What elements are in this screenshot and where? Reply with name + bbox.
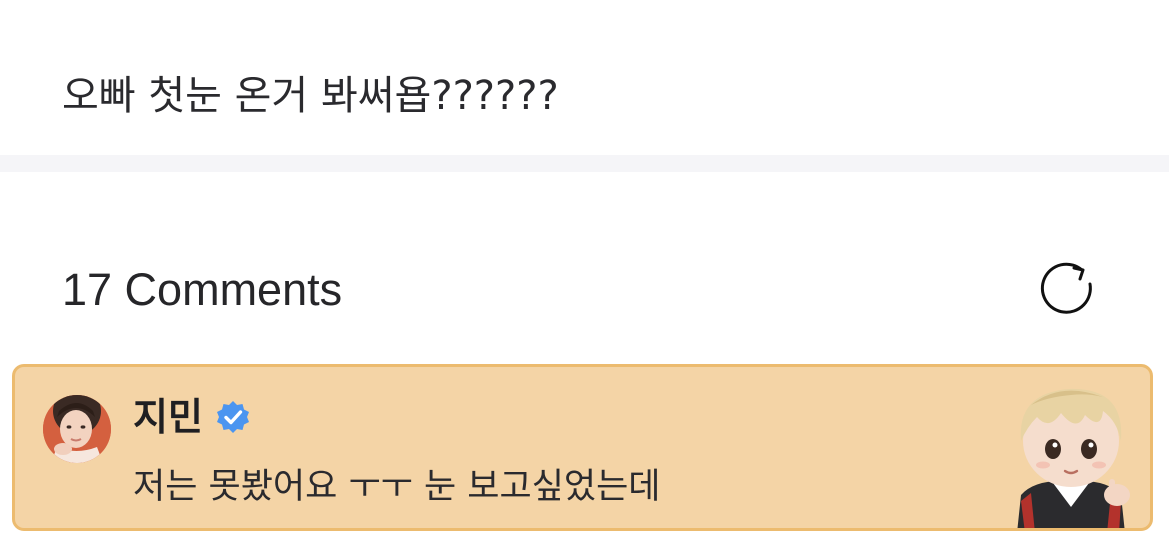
comments-count-title: 17 Comments	[62, 264, 343, 315]
comments-header: 17 Comments	[0, 172, 1169, 362]
author-name[interactable]: 지민	[133, 393, 203, 441]
avatar-photo	[43, 395, 111, 463]
character-sticker	[991, 375, 1150, 528]
post-body: 오빠 첫눈 온거 봐써욥??????	[0, 0, 1169, 155]
refresh-button[interactable]	[1036, 260, 1098, 316]
post-text: 오빠 첫눈 온거 봐써욥??????	[62, 73, 559, 119]
pinned-artist-comment[interactable]: 지민 저는 못봤어요 ㅜㅜ 눈 보고싶었는데	[12, 364, 1153, 531]
comment-text: 저는 못봤어요 ㅜㅜ 눈 보고싶었는데	[133, 467, 661, 507]
verified-badge-icon	[216, 401, 249, 433]
author-row: 지민	[133, 393, 251, 441]
refresh-icon	[1040, 262, 1092, 314]
fan-post-page: 오빠 첫눈 온거 봐써욥?????? 17 Comments 지민 저는 못봤어…	[0, 0, 1169, 551]
author-avatar[interactable]	[43, 395, 111, 463]
section-divider	[0, 155, 1169, 172]
